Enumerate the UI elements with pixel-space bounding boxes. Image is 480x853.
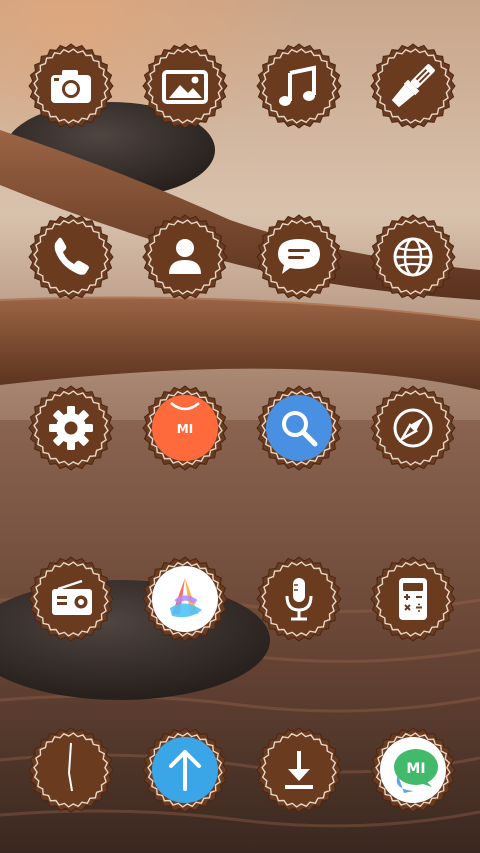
app-icon-settings[interactable] <box>28 385 114 471</box>
app-icon-downloads[interactable] <box>256 727 342 813</box>
app-icon-phone[interactable] <box>28 214 114 300</box>
app-icon-mi-store[interactable]: MI <box>142 385 228 471</box>
compass-icon <box>370 385 456 471</box>
chat-bubble-icon <box>256 214 342 300</box>
camera-icon <box>28 43 114 129</box>
paintbrush-icon <box>370 43 456 129</box>
clock-icon <box>28 727 114 813</box>
app-icon-calculator[interactable] <box>370 556 456 642</box>
mi-bag-icon: MI <box>142 385 228 471</box>
app-icon-browser[interactable] <box>370 214 456 300</box>
app-icon-clock[interactable] <box>28 727 114 813</box>
globe-icon <box>370 214 456 300</box>
image-icon <box>142 43 228 129</box>
gear-icon <box>28 385 114 471</box>
app-icon-mi-talk[interactable]: MI <box>370 727 456 813</box>
app-icon-fm-radio[interactable] <box>28 556 114 642</box>
app-icon-recorder[interactable] <box>256 556 342 642</box>
magnifier-icon <box>256 385 342 471</box>
app-icon-updater[interactable] <box>142 727 228 813</box>
app-icon-music[interactable] <box>256 43 342 129</box>
up-arrow-icon <box>142 727 228 813</box>
app-icon-search[interactable] <box>256 385 342 471</box>
mi-talk-label: MI <box>406 761 425 777</box>
music-note-icon <box>256 43 342 129</box>
calculator-icon <box>370 556 456 642</box>
radio-icon <box>28 556 114 642</box>
colorful-a-icon <box>142 556 228 642</box>
app-icon-themes[interactable] <box>370 43 456 129</box>
app-icon-camera[interactable] <box>28 43 114 129</box>
app-icon-mi-launcher[interactable] <box>142 556 228 642</box>
app-grid: MI MI <box>0 0 480 853</box>
download-icon <box>256 727 342 813</box>
app-icon-messages[interactable] <box>256 214 342 300</box>
mi-chat-icon: MI <box>370 727 456 813</box>
app-icon-contacts[interactable] <box>142 214 228 300</box>
app-icon-compass[interactable] <box>370 385 456 471</box>
person-icon <box>142 214 228 300</box>
app-icon-gallery[interactable] <box>142 43 228 129</box>
phone-icon <box>28 214 114 300</box>
mi-store-label: MI <box>177 422 193 436</box>
microphone-icon <box>256 556 342 642</box>
